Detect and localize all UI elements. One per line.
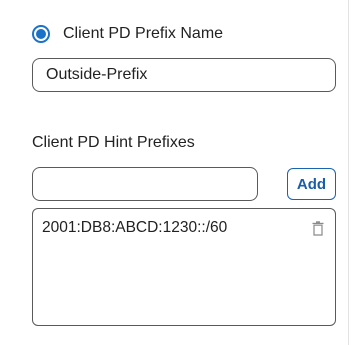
add-button[interactable]: Add	[287, 168, 336, 200]
hint-prefix-input[interactable]	[32, 167, 258, 201]
radio-button-selected[interactable]	[32, 25, 50, 43]
radio-label: Client PD Prefix Name	[63, 25, 224, 42]
trash-icon[interactable]	[311, 219, 325, 237]
hint-prefix-value: 2001:DB8:ABCD:1230::/60	[42, 219, 228, 236]
hint-prefixes-label: Client PD Hint Prefixes	[32, 134, 195, 151]
client-pd-prefix-name-option[interactable]: Client PD Prefix Name	[32, 22, 223, 46]
radio-dot	[36, 29, 46, 39]
prefix-name-input[interactable]	[32, 58, 336, 92]
hint-prefix-list[interactable]: 2001:DB8:ABCD:1230::/60	[32, 208, 336, 326]
list-item: 2001:DB8:ABCD:1230::/60	[42, 217, 325, 239]
panel-right-border	[348, 0, 349, 345]
